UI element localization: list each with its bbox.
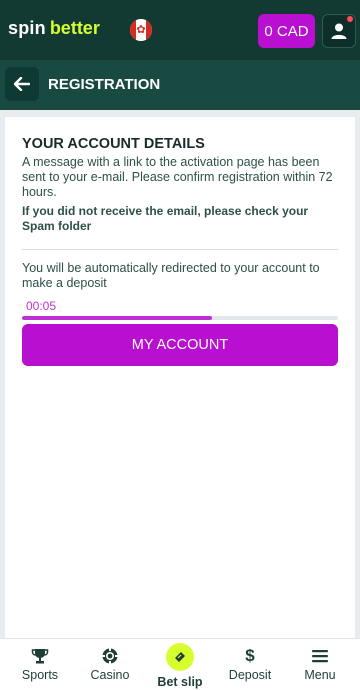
user-profile-button[interactable]	[322, 14, 356, 48]
top-bar: spin better ✿ 0 CAD	[0, 0, 360, 60]
account-details-card: YOUR ACCOUNT DETAILS A message with a li…	[5, 117, 355, 638]
trophy-icon	[30, 647, 50, 665]
nav-deposit-label: Deposit	[228, 668, 272, 682]
countdown-timer: 00:05	[26, 299, 57, 313]
nav-bet-slip-label: Bet slip	[157, 675, 203, 689]
nav-menu-label: Menu	[304, 668, 336, 682]
spam-warning: If you did not receive the email, please…	[22, 204, 309, 233]
ticket-icon	[166, 643, 194, 671]
nav-menu[interactable]: Menu	[284, 639, 356, 690]
nav-sports-label: Sports	[21, 668, 59, 682]
dollar-icon: $	[245, 646, 255, 665]
arrow-left-icon	[14, 77, 30, 91]
casino-chip-icon	[100, 647, 120, 665]
activation-message: A message with a link to the activation …	[22, 155, 333, 199]
nav-casino-label: Casino	[90, 668, 130, 682]
nav-deposit[interactable]: $ Deposit	[214, 639, 286, 690]
card-title: YOUR ACCOUNT DETAILS	[22, 136, 205, 152]
nav-casino[interactable]: Casino	[74, 639, 146, 690]
back-button[interactable]	[5, 67, 39, 101]
nav-bet-slip[interactable]: Bet slip	[144, 639, 216, 690]
redirect-message: You will be automatically redirected to …	[22, 261, 320, 290]
logo-better-text: better	[49, 18, 100, 38]
hamburger-icon	[310, 647, 330, 665]
nav-sports[interactable]: Sports	[4, 639, 76, 690]
canada-flag-icon[interactable]: ✿	[130, 19, 152, 41]
logo-spin-text: spin	[8, 18, 46, 38]
bottom-nav: Sports Casino Bet slip $ Deposit Menu	[0, 638, 360, 690]
brand-logo[interactable]: spin better	[8, 18, 100, 44]
notification-dot	[347, 16, 353, 22]
divider	[22, 249, 338, 250]
page-title: REGISTRATION	[48, 76, 161, 93]
my-account-button[interactable]: MY ACCOUNT	[22, 324, 338, 366]
balance-button[interactable]: 0 CAD	[258, 14, 315, 48]
user-icon	[331, 23, 347, 39]
redirect-progress-bar	[22, 316, 338, 320]
page-header: REGISTRATION	[0, 60, 360, 110]
redirect-progress-fill	[22, 316, 212, 320]
